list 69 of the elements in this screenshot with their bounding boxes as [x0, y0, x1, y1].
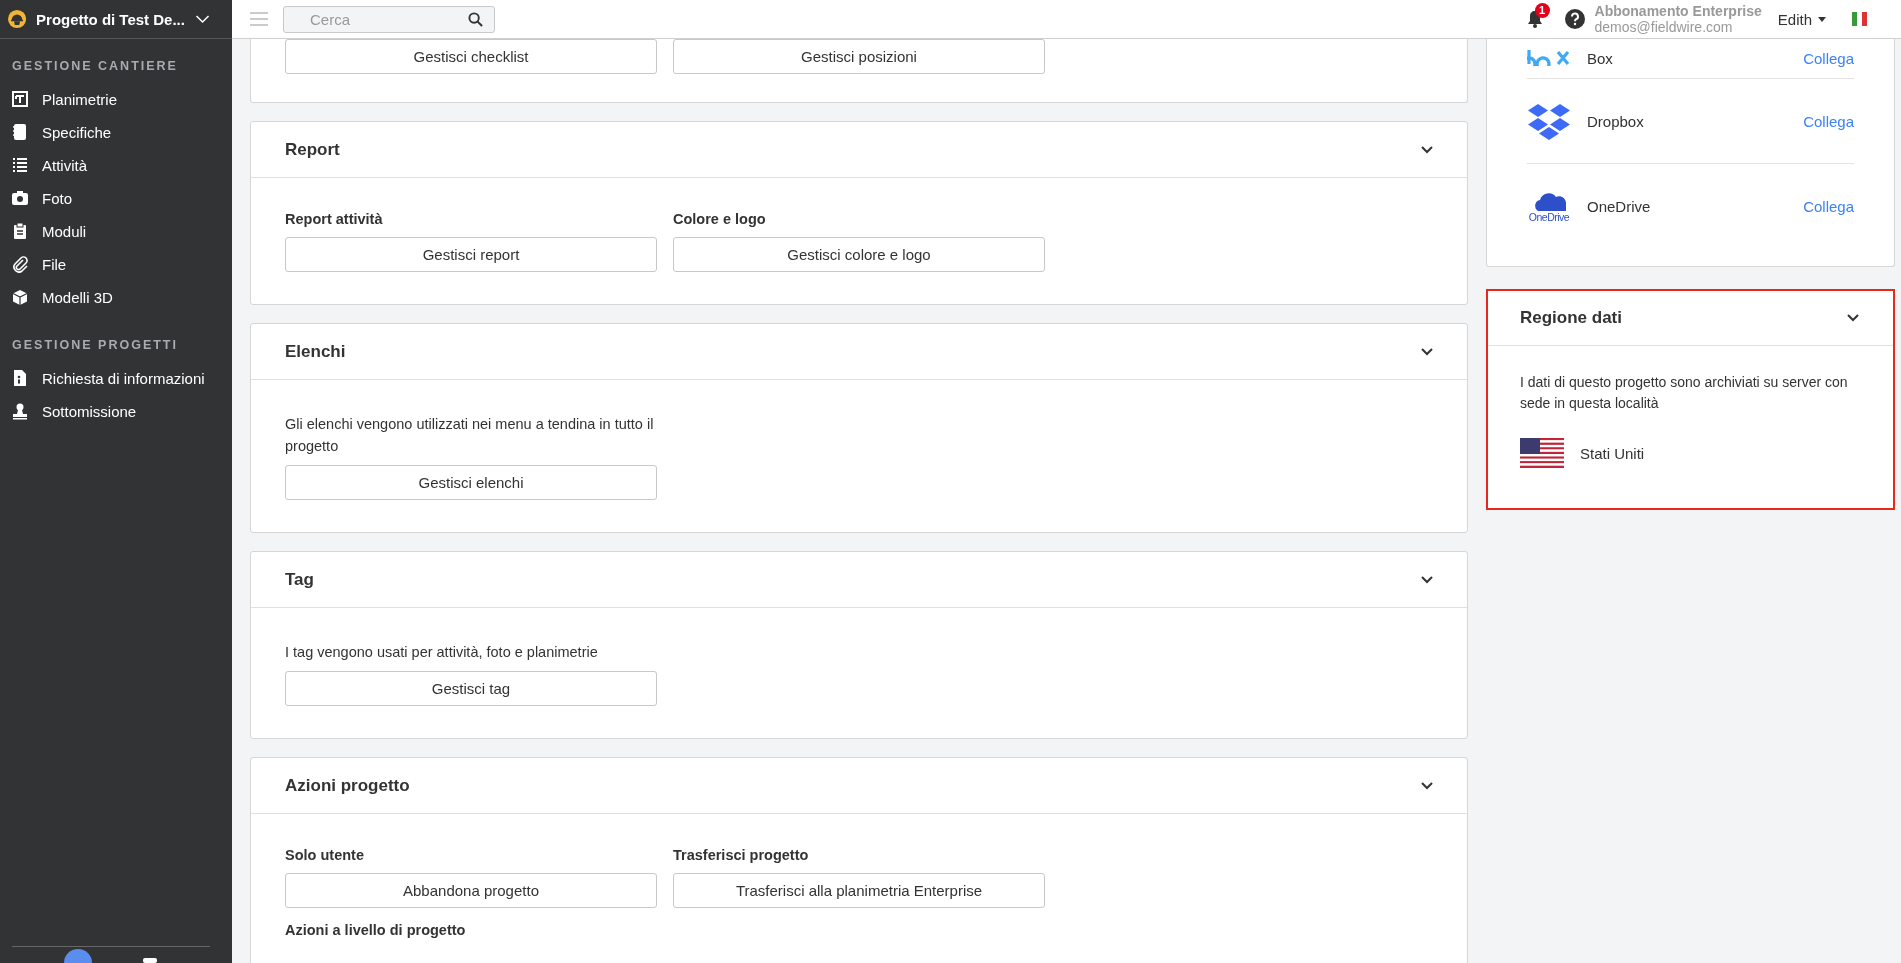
card-title: Azioni progetto: [285, 775, 410, 796]
region-description: I dati di questo progetto sono archiviati su server con sede in questa località: [1520, 373, 1849, 413]
sidebar-item[interactable]: Moduli: [0, 215, 232, 248]
cube-icon: [12, 289, 28, 306]
connect-link[interactable]: Collega: [1803, 49, 1854, 67]
action-button[interactable]: Abbandona progetto: [285, 873, 657, 908]
sidebar-item[interactable]: Attività: [0, 149, 232, 182]
us-flag-icon: [1520, 438, 1564, 468]
list-icon: [12, 157, 28, 174]
card-title: Elenchi: [285, 341, 346, 362]
info-icon[interactable]: [63, 947, 93, 963]
action-button[interactable]: Gestisci report: [285, 237, 657, 272]
chevron-down-icon[interactable]: [1421, 575, 1433, 584]
action-button[interactable]: Trasferisci alla planimetria Enterprise: [673, 873, 1045, 908]
notebook-icon: [12, 124, 28, 141]
chevron-down-icon[interactable]: [194, 13, 210, 25]
chevron-down-icon[interactable]: [1421, 781, 1433, 790]
setting-description: Gli elenchi vengono utilizzati nei menu a tendina in tutto il progetto: [285, 415, 655, 456]
user-menu[interactable]: Edith: [1777, 10, 1812, 28]
integration-name: Dropbox: [1587, 112, 1645, 130]
sidebar-item[interactable]: Planimetrie: [0, 83, 232, 116]
action-button[interactable]: Gestisci checklist: [285, 39, 657, 74]
logo-caption: OneDrive: [1528, 211, 1570, 223]
clipboard-icon: [12, 223, 28, 240]
action-button[interactable]: Gestisci colore e logo: [673, 237, 1045, 272]
search-field[interactable]: Cerca: [283, 5, 495, 33]
stamp-icon: [12, 403, 28, 420]
section-heading: GESTIONE PROGETTI: [11, 337, 179, 354]
setting-description: I tag vengono usati per attività, foto e planimetrie: [285, 643, 599, 662]
action-button[interactable]: Gestisci posizioni: [673, 39, 1045, 74]
action-button[interactable]: Gestisci elenchi: [285, 465, 657, 500]
connect-link[interactable]: Collega: [1803, 197, 1854, 215]
floor-plan-icon: [12, 91, 28, 108]
connect-link[interactable]: Collega: [1803, 112, 1854, 130]
chevron-down-icon[interactable]: [1847, 314, 1859, 322]
hard-hat-logo-icon: [8, 7, 27, 31]
italian-flag-icon[interactable]: [1852, 12, 1867, 26]
dropbox-logo-icon: [1527, 102, 1571, 140]
box-logo-icon: [1527, 50, 1571, 66]
sidebar-item[interactable]: Specifiche: [0, 116, 232, 149]
search-icon[interactable]: [468, 11, 483, 27]
help-icon[interactable]: [1564, 9, 1585, 29]
caret-icon[interactable]: [1818, 16, 1826, 22]
card-title: Report: [285, 139, 340, 160]
setting-label: Report attività: [285, 211, 384, 227]
user-email: demos@fieldwire.com: [1594, 19, 1734, 35]
country-name: Stati Uniti: [1580, 444, 1645, 462]
setting-label: Colore e logo: [673, 211, 767, 227]
setting-label: Solo utente: [285, 847, 365, 863]
setting-label: Azioni a livello di progetto: [285, 922, 467, 938]
sidebar-item[interactable]: Modelli 3D: [0, 281, 232, 314]
sidebar-item[interactable]: Sottomissione: [0, 395, 232, 428]
section-heading: GESTIONE CANTIERE: [11, 58, 179, 75]
integration-name: OneDrive: [1587, 197, 1652, 215]
card-title: Regione dati: [1520, 308, 1622, 328]
setting-label: Trasferisci progetto: [673, 847, 810, 863]
subscription-label: Abbonamento Enterprise: [1594, 3, 1762, 19]
chevron-down-icon[interactable]: [1421, 347, 1433, 356]
sidebar-item[interactable]: Richiesta di informazioni: [0, 362, 232, 395]
integration-name: Box: [1587, 49, 1614, 67]
sidebar-item[interactable]: Foto: [0, 182, 232, 215]
sidebar-item[interactable]: File: [0, 248, 232, 281]
info-document-icon: [12, 370, 28, 387]
action-button[interactable]: Gestisci tag: [285, 671, 657, 706]
paperclip-icon: [12, 256, 28, 273]
card-title: Tag: [285, 569, 314, 590]
project-name[interactable]: Progetto di Test De...: [36, 10, 185, 28]
camera-icon: [12, 190, 28, 207]
chevron-down-icon[interactable]: [1421, 145, 1433, 154]
